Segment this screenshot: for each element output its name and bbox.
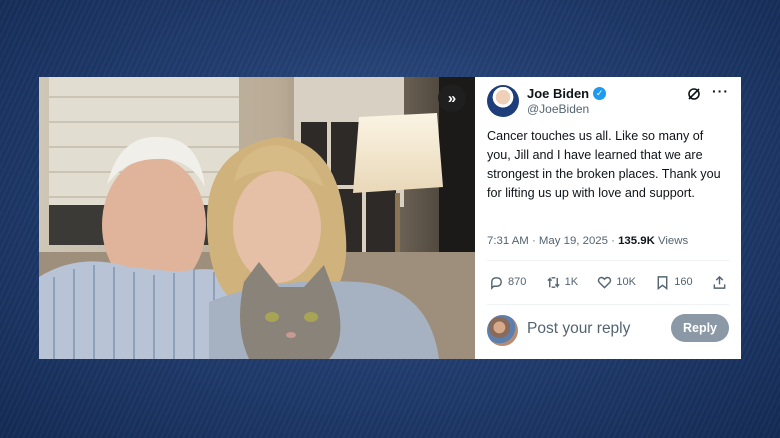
share-action[interactable] — [712, 275, 727, 290]
tweet-header: Joe Biden ✓ @JoeBiden ··· — [487, 83, 729, 125]
tweet-time[interactable]: 7:31 AM — [487, 235, 529, 247]
more-options-icon[interactable]: ··· — [712, 83, 729, 99]
reply-action[interactable]: 870 — [489, 275, 526, 290]
author-display-name[interactable]: Joe Biden — [527, 86, 589, 101]
tweet-photo[interactable] — [39, 77, 475, 359]
repost-action[interactable]: 1K — [546, 275, 578, 290]
expand-icon[interactable]: » — [438, 84, 466, 112]
reply-button[interactable]: Reply — [671, 314, 729, 342]
author-name-row: Joe Biden ✓ — [527, 86, 607, 101]
like-count: 10K — [616, 276, 636, 288]
grok-icon[interactable] — [687, 87, 701, 101]
tweet-date[interactable]: May 19, 2025 — [539, 235, 608, 247]
divider — [487, 260, 729, 261]
reply-count: 870 — [508, 276, 527, 288]
avatar[interactable] — [487, 85, 519, 117]
share-icon — [713, 275, 726, 289]
tweet-meta: 7:31 AM · May 19, 2025 · 135.9K Views — [487, 235, 688, 247]
views-count: 135.9K — [618, 235, 655, 247]
divider — [487, 304, 729, 305]
meta-separator: · — [607, 235, 619, 247]
heart-icon — [598, 276, 612, 289]
reply-icon — [491, 276, 502, 290]
reply-composer: Post your reply Reply — [487, 314, 729, 346]
verified-badge-icon: ✓ — [593, 87, 607, 100]
views-label: Views — [654, 235, 689, 247]
reply-input[interactable]: Post your reply — [527, 320, 630, 338]
current-user-avatar — [487, 315, 518, 346]
tweet-card: Joe Biden ✓ @JoeBiden ··· Cancer touches… — [475, 77, 741, 359]
author-handle[interactable]: @JoeBiden — [527, 102, 589, 116]
meta-separator: · — [528, 235, 539, 247]
double-chevron-right-icon: » — [447, 89, 457, 107]
tweet-text: Cancer touches us all. Like so many of y… — [487, 129, 721, 200]
bookmark-count: 160 — [674, 276, 693, 288]
bookmark-action[interactable]: 160 — [655, 275, 693, 290]
repost-count: 1K — [564, 276, 579, 288]
tweet-actions: 870 1K 10K 160 — [489, 273, 727, 291]
repost-icon — [547, 276, 560, 288]
bookmark-icon — [657, 275, 668, 290]
photo-image — [39, 77, 475, 359]
like-action[interactable]: 10K — [597, 275, 636, 290]
